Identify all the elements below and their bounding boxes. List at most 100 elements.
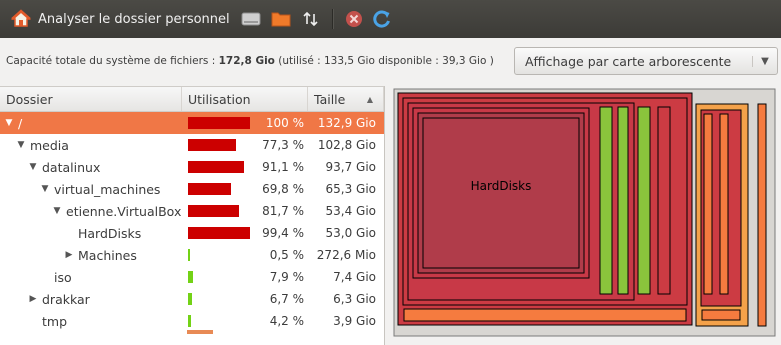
- sort-arrows-icon[interactable]: [300, 8, 322, 30]
- column-header-size[interactable]: Taille ▲: [308, 87, 384, 111]
- disk-icon[interactable]: [240, 8, 262, 30]
- usage-bar-fill: [188, 271, 193, 283]
- table-row[interactable]: iso 7,9 % 7,4 Gio: [0, 266, 384, 288]
- treemap-label-harddisks: HardDisks: [471, 179, 532, 193]
- usage-percent: 4,2 %: [269, 314, 304, 328]
- refresh-icon[interactable]: [371, 8, 393, 30]
- column-header-folder[interactable]: Dossier: [0, 87, 182, 111]
- usage-percent: 99,4 %: [262, 226, 304, 240]
- usage-bar: [188, 315, 250, 327]
- folder-name: /: [18, 115, 23, 131]
- table-header: Dossier Utilisation Taille ▲: [0, 86, 384, 112]
- usage-bar: [188, 249, 250, 261]
- table-row[interactable]: ▶ drakkar 6,7 % 6,3 Gio: [0, 288, 384, 310]
- folder-name-cell: ▼ /: [0, 116, 182, 131]
- usage-percent: 69,8 %: [262, 182, 304, 196]
- usage-bar: [188, 227, 250, 239]
- table-row[interactable]: ▼ media 77,3 % 102,8 Gio: [0, 134, 384, 156]
- treemap-right-bottom[interactable]: [701, 309, 741, 321]
- size-cell: 53,0 Gio: [325, 226, 376, 240]
- chevron-down-icon: ▼: [752, 55, 777, 67]
- usage-bar: [188, 117, 250, 129]
- table-row[interactable]: ▼/ 100 % 132,9 Gio: [0, 112, 384, 134]
- usage-bar-fill: [188, 227, 250, 239]
- size-cell: 102,8 Gio: [317, 138, 376, 152]
- size-cell: 3,9 Gio: [333, 314, 376, 328]
- info-bar: Capacité totale du système de fichiers :…: [0, 38, 781, 84]
- sort-ascending-icon: ▲: [366, 94, 373, 104]
- treemap-right-bar-1[interactable]: [703, 113, 713, 295]
- home-icon[interactable]: [10, 8, 32, 30]
- folder-name: tmp: [42, 313, 68, 329]
- folder-name: drakkar: [42, 291, 90, 307]
- folder-table: Dossier Utilisation Taille ▲ ▼/100 % 132,9…: [0, 86, 385, 345]
- size-cell: 7,4 Gio: [333, 270, 376, 284]
- size-cell: 132,9 Gio: [317, 116, 376, 130]
- usage-bar: [188, 161, 250, 173]
- expander-open-icon[interactable]: ▼: [14, 140, 28, 150]
- folder-name-cell: ▼ virtual_machines: [0, 182, 182, 197]
- folder-name: iso: [54, 269, 72, 285]
- expander-closed-icon[interactable]: ▶: [26, 294, 40, 304]
- view-mode-select[interactable]: Affichage par carte arborescente ▼: [514, 47, 778, 75]
- folder-name-cell: HardDisks: [0, 226, 182, 241]
- usage-bar: [188, 205, 250, 217]
- usage-percent: 0,5 %: [269, 248, 304, 262]
- size-cell: 93,7 Gio: [325, 160, 376, 174]
- size-cell: 6,3 Gio: [333, 292, 376, 306]
- treemap-red-block[interactable]: [657, 106, 671, 295]
- folder-name-cell: ▶ drakkar: [0, 292, 182, 307]
- expander-open-icon[interactable]: ▼: [26, 162, 40, 172]
- treemap-svg: HardDisks: [393, 88, 776, 337]
- toolbar-title[interactable]: Analyser le dossier personnel: [38, 12, 230, 27]
- treemap-tmp[interactable]: [403, 308, 687, 322]
- usage-bar-fill: [188, 315, 191, 327]
- treemap-right-bar-2[interactable]: [719, 113, 729, 295]
- view-mode-value: Affichage par carte arborescente: [525, 53, 732, 69]
- stop-icon[interactable]: [343, 8, 365, 30]
- folder-name-cell: ▼ etienne.VirtualBox: [0, 204, 182, 219]
- expander-open-icon[interactable]: ▼: [2, 118, 16, 128]
- usage-percent: 81,7 %: [262, 204, 304, 218]
- partial-row-bar: [187, 330, 213, 334]
- usage-bar: [188, 183, 250, 195]
- table-row[interactable]: ▼ datalinux 91,1 % 93,7 Gio: [0, 156, 384, 178]
- size-cell: 65,3 Gio: [325, 182, 376, 196]
- toolbar-separator: [331, 9, 333, 29]
- folder-name: etienne.VirtualBox: [66, 203, 182, 219]
- capacity-total: 172,8 Gio: [218, 55, 275, 67]
- table-row[interactable]: ▼ etienne.VirtualBox 81,7 % 53,4 Gio: [0, 200, 384, 222]
- usage-bar: [188, 139, 250, 151]
- capacity-text: Capacité totale du système de fichiers :…: [6, 55, 494, 67]
- size-cell: 272,6 Mio: [316, 248, 376, 262]
- table-row[interactable]: ▼ virtual_machines 69,8 % 65,3 Gio: [0, 178, 384, 200]
- treemap-far-right-bar[interactable]: [757, 103, 767, 327]
- usage-percent: 91,1 %: [262, 160, 304, 174]
- folder-name: datalinux: [42, 159, 101, 175]
- usage-percent: 7,9 %: [269, 270, 304, 284]
- expander-open-icon[interactable]: ▼: [38, 184, 52, 194]
- folder-name-cell: ▼ datalinux: [0, 160, 182, 175]
- column-header-usage[interactable]: Utilisation: [182, 87, 308, 111]
- usage-bar: [188, 271, 250, 283]
- table-body: ▼/100 % 132,9 Gio ▼ media 77,3 % 102,8 Gio ▼ da…: [0, 112, 384, 332]
- expander-open-icon[interactable]: ▼: [50, 206, 64, 216]
- expander-closed-icon[interactable]: ▶: [62, 250, 76, 260]
- treemap-iso[interactable]: [599, 106, 613, 295]
- usage-percent: 6,7 %: [269, 292, 304, 306]
- usage-bar-fill: [188, 293, 193, 305]
- usage-percent: 77,3 %: [262, 138, 304, 152]
- folder-name-cell: iso: [0, 270, 182, 285]
- folder-name-cell: ▼ media: [0, 138, 182, 153]
- treemap-chart[interactable]: HardDisks: [390, 86, 779, 339]
- treemap-drakkar[interactable]: [637, 106, 651, 295]
- table-row[interactable]: HardDisks 99,4 % 53,0 Gio: [0, 222, 384, 244]
- table-row[interactable]: ▶ Machines 0,5 % 272,6 Mio: [0, 244, 384, 266]
- folder-icon[interactable]: [270, 8, 292, 30]
- usage-percent: 100 %: [265, 116, 304, 130]
- treemap-green-block[interactable]: [617, 106, 629, 295]
- usage-bar-fill: [188, 205, 239, 217]
- table-row[interactable]: tmp 4,2 % 3,9 Gio: [0, 310, 384, 332]
- folder-name: media: [30, 137, 69, 153]
- folder-name-cell: tmp: [0, 314, 182, 329]
